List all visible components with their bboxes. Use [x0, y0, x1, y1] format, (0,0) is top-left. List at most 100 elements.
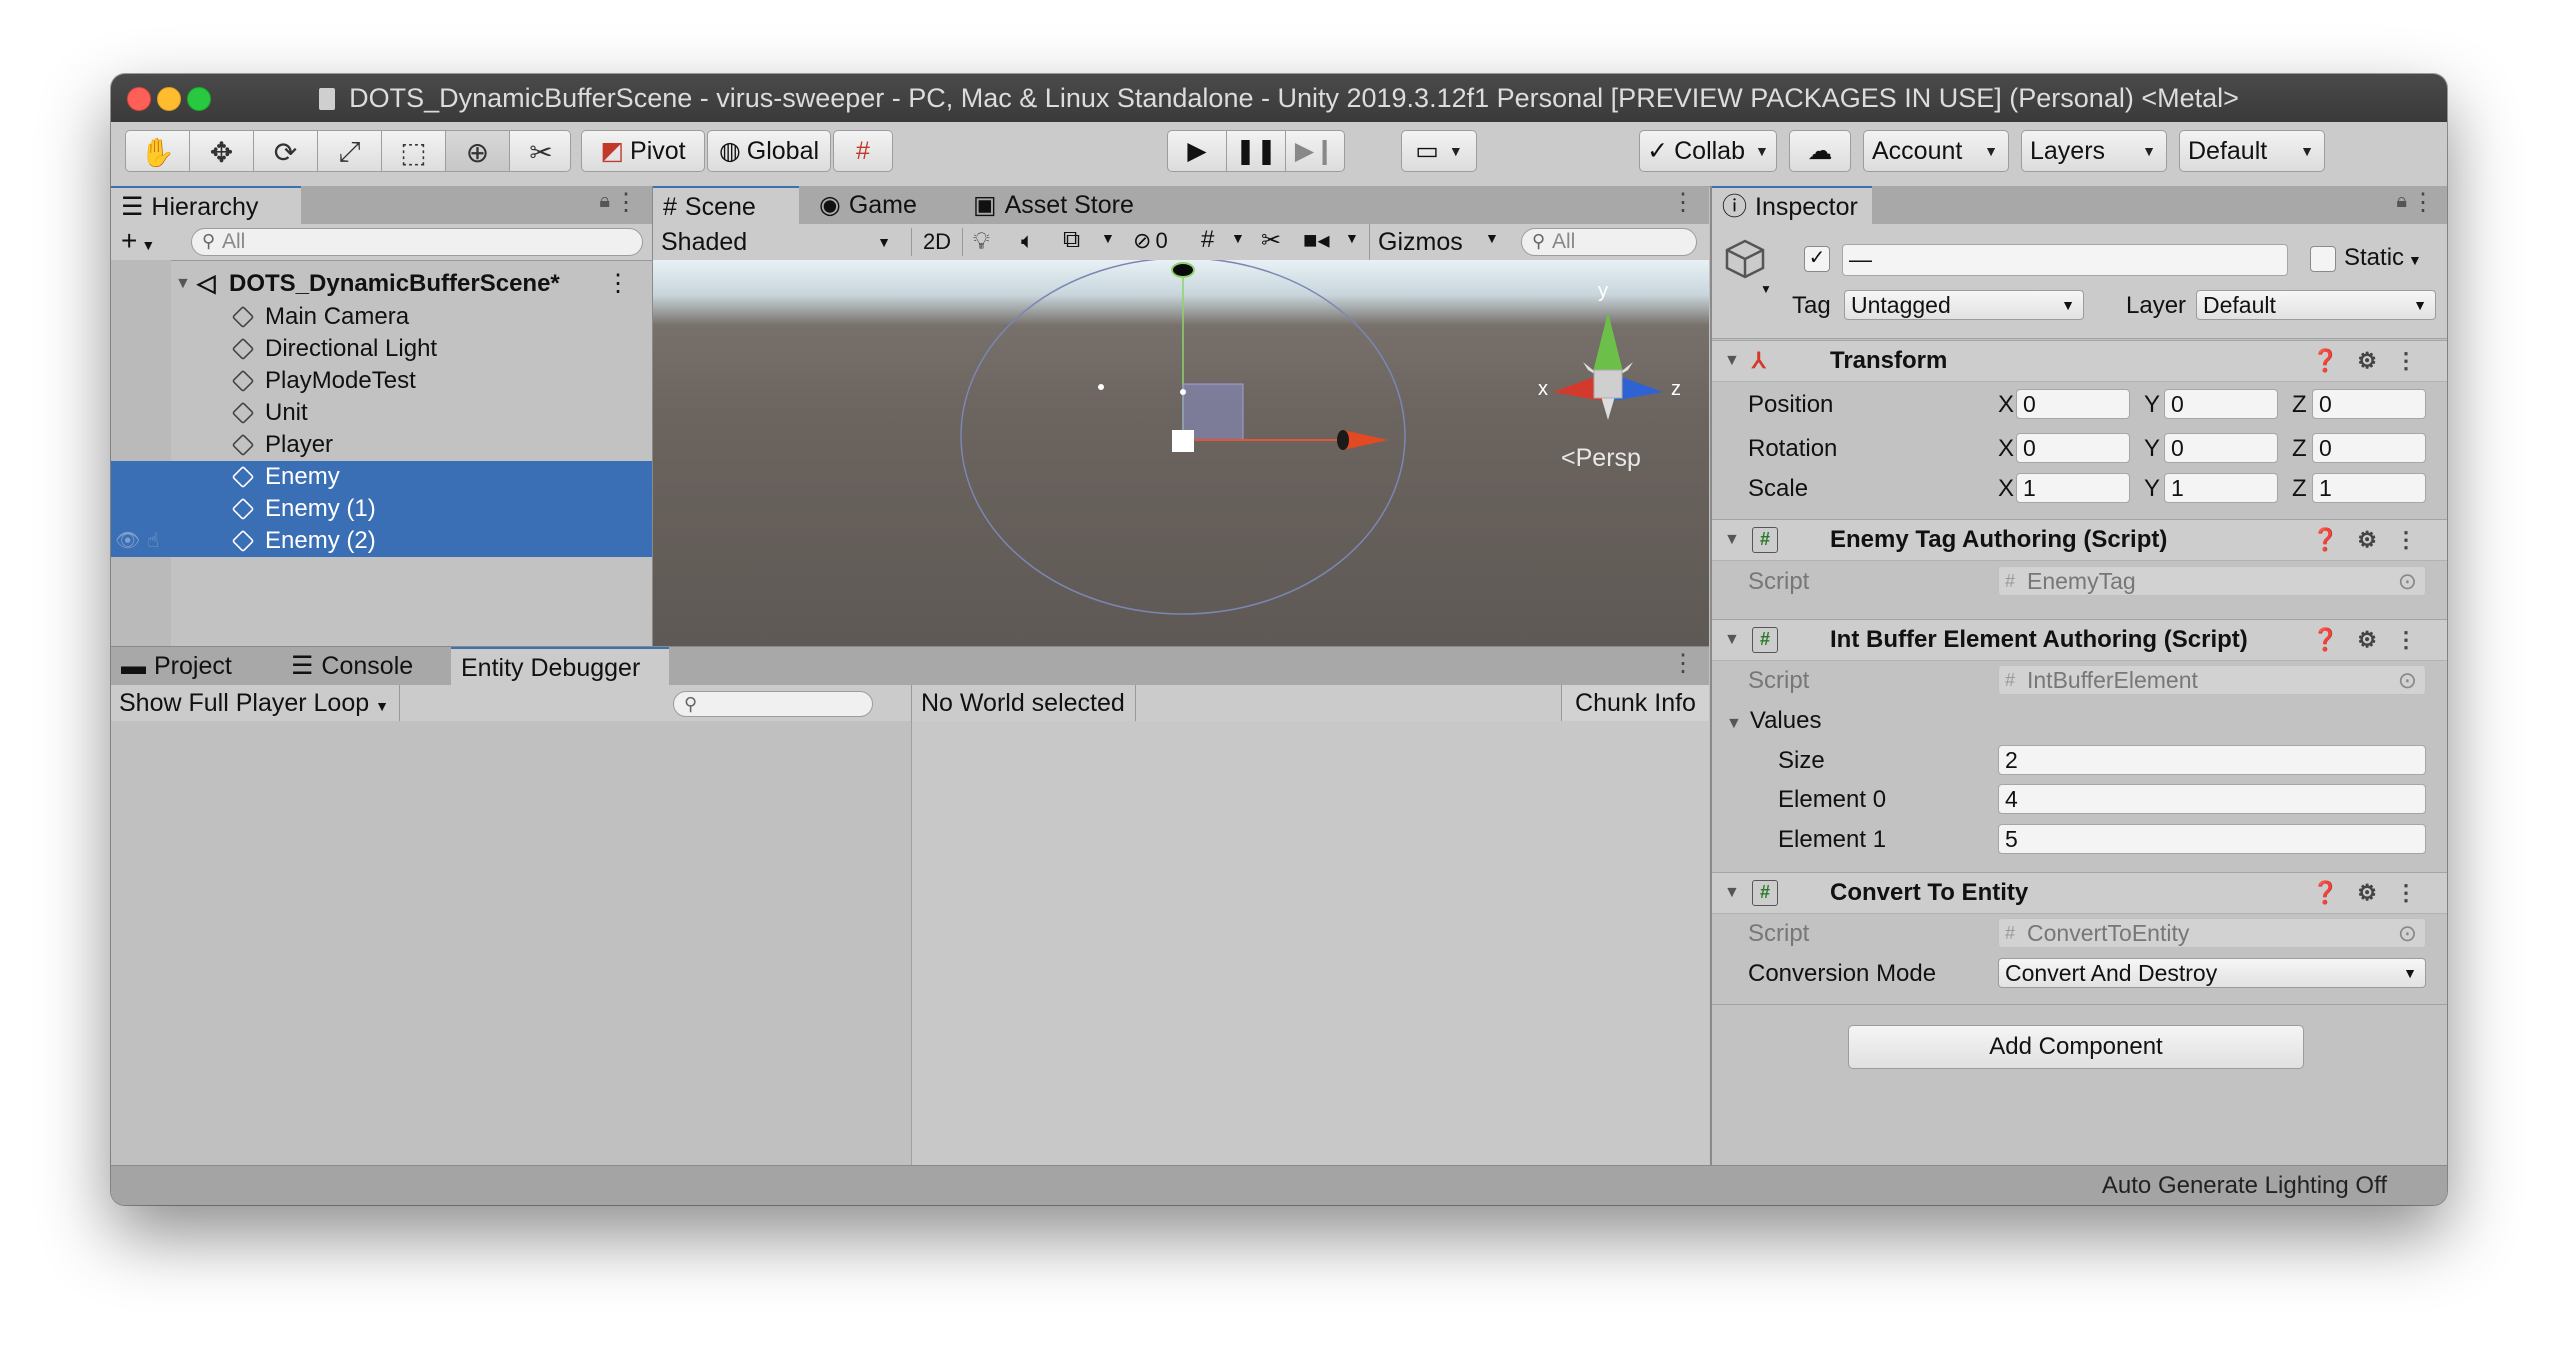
collapse-triangle-icon[interactable]: ▼ — [1724, 620, 1740, 660]
chevron-down-icon[interactable]: ▼ — [1760, 282, 1772, 296]
tab-hierarchy[interactable]: ☰ Hierarchy — [111, 186, 301, 224]
collapse-triangle-icon[interactable]: ▼ — [1724, 520, 1740, 560]
position-z-field[interactable]: 0 — [2312, 389, 2426, 419]
collab-dropdown[interactable]: ✓ Collab ▼ — [1639, 130, 1777, 172]
static-dropdown[interactable]: Static ▼ — [2344, 244, 2422, 272]
create-button[interactable]: + ▼ — [121, 225, 155, 257]
hierarchy-item-main-camera[interactable]: Main Camera — [111, 301, 652, 333]
int-buffer-script-field[interactable]: # IntBufferElement ⊙ — [1998, 665, 2426, 695]
x-axis-cone[interactable] — [1343, 430, 1388, 450]
component-header-icons[interactable]: ❓⚙⋮ — [2312, 341, 2435, 381]
enemy-tag-component-header[interactable]: ▼ # Enemy Tag Authoring (Script) ❓⚙⋮ — [1712, 519, 2447, 561]
tools-icon[interactable]: ✂ — [1261, 226, 1281, 255]
center-handle[interactable] — [1172, 430, 1194, 452]
cloud-button[interactable]: ☁ — [1789, 130, 1851, 172]
pause-button[interactable]: ❚❚ — [1226, 130, 1286, 172]
tab-console[interactable]: ☰ Console — [281, 647, 431, 685]
hierarchy-item-playmodetest[interactable]: PlayModeTest — [111, 365, 652, 397]
tab-project[interactable]: ▬ Project — [111, 647, 261, 685]
orientation-gizmo[interactable] — [1553, 312, 1663, 420]
system-search-input[interactable] — [673, 691, 873, 717]
effects-toggle-icon[interactable]: ⧉ — [1063, 226, 1080, 254]
chevron-down-icon[interactable]: ▼ — [1231, 230, 1245, 246]
hierarchy-item-directional-light[interactable]: Directional Light — [111, 333, 652, 365]
account-dropdown[interactable]: Account ▼ — [1863, 130, 2009, 172]
object-picker-icon[interactable]: ⊙ — [2398, 919, 2417, 947]
scene-search-input[interactable]: All — [1521, 228, 1697, 256]
panel-menu-icon[interactable]: ⋮ — [614, 188, 638, 217]
audio-toggle-icon[interactable]: 🔈︎ — [1021, 228, 1034, 254]
rotation-x-field[interactable]: 0 — [2016, 433, 2130, 463]
component-header-icons[interactable]: ❓⚙⋮ — [2312, 873, 2435, 913]
panel-menu-icon[interactable]: ⋮ — [1671, 649, 1695, 678]
gameobject-icon[interactable] — [1724, 238, 1766, 280]
hierarchy-item-enemy-1[interactable]: Enemy (1) — [111, 493, 652, 525]
scale-z-field[interactable]: 1 — [2312, 473, 2426, 503]
chevron-down-icon[interactable]: ▼ — [1485, 230, 1499, 246]
collapse-triangle-icon[interactable]: ▼ — [1724, 341, 1740, 381]
hierarchy-item-player[interactable]: Player — [111, 429, 652, 461]
lock-icon[interactable]: 🔒︎ — [599, 190, 610, 213]
position-y-field[interactable]: 0 — [2164, 389, 2278, 419]
hierarchy-search-input[interactable]: All — [191, 228, 643, 256]
rotation-z-field[interactable]: 0 — [2312, 433, 2426, 463]
convert-to-entity-component-header[interactable]: ▼ # Convert To Entity ❓⚙⋮ — [1712, 872, 2447, 914]
custom-tool-icon[interactable]: ✂ — [510, 131, 570, 171]
rotate-tool-icon[interactable]: ⟳ — [254, 131, 318, 171]
conversion-mode-dropdown[interactable]: Convert And Destroy ▼ — [1998, 958, 2426, 988]
hierarchy-item-enemy[interactable]: Enemy — [111, 461, 652, 493]
object-picker-icon[interactable]: ⊙ — [2398, 666, 2417, 694]
panel-menu-icon[interactable]: ⋮ — [2411, 188, 2435, 217]
object-picker-icon[interactable]: ⊙ — [2398, 567, 2417, 595]
position-x-field[interactable]: 0 — [2016, 389, 2130, 419]
component-header-icons[interactable]: ❓⚙⋮ — [2312, 520, 2435, 560]
grid-snap-button[interactable]: # — [833, 130, 893, 172]
move-tool-icon[interactable]: ✥ — [190, 131, 254, 171]
tab-game[interactable]: ◉ Game — [809, 186, 959, 224]
step-button[interactable]: ▶❙ — [1285, 130, 1345, 172]
player-loop-dropdown[interactable]: Show Full Player Loop ▼ — [119, 685, 389, 721]
layer-dropdown[interactable]: Default ▼ — [2196, 290, 2436, 320]
static-checkbox[interactable] — [2310, 246, 2336, 272]
active-checkbox[interactable]: ✓ — [1804, 246, 1830, 272]
chunk-info-button[interactable]: Chunk Info — [1561, 685, 1709, 721]
element1-field[interactable]: 5 — [1998, 824, 2426, 854]
lighting-toggle-icon[interactable]: 💡︎ — [973, 228, 990, 256]
rotation-y-field[interactable]: 0 — [2164, 433, 2278, 463]
int-buffer-component-header[interactable]: ▼ # Int Buffer Element Authoring (Script… — [1712, 619, 2447, 661]
chevron-down-icon[interactable]: ▼ — [1345, 230, 1359, 246]
tag-dropdown[interactable]: Untagged ▼ — [1844, 290, 2084, 320]
scene-row[interactable]: ▼ ◁ DOTS_DynamicBufferScene* ⋮ — [111, 268, 652, 300]
gizmos-dropdown[interactable]: Gizmos — [1369, 224, 1479, 260]
lock-icon[interactable]: 🔒︎ — [2396, 190, 2407, 213]
add-component-button[interactable]: Add Component — [1848, 1025, 2304, 1069]
convert-script-field[interactable]: # ConvertToEntity ⊙ — [1998, 918, 2426, 948]
size-field[interactable]: 2 — [1998, 745, 2426, 775]
shading-mode-dropdown[interactable]: Shaded ▼ — [661, 224, 901, 260]
hand-tool-icon[interactable]: ✋ — [126, 131, 190, 171]
scale-x-field[interactable]: 1 — [2016, 473, 2130, 503]
enemy-tag-script-field[interactable]: # EnemyTag ⊙ — [1998, 566, 2426, 596]
global-toggle[interactable]: ◍ Global — [707, 130, 831, 172]
visibility-eye-icon[interactable]: 👁︎ — [115, 525, 140, 557]
world-selector[interactable]: No World selected — [921, 685, 1125, 721]
pickable-hand-icon[interactable]: ☝︎ — [147, 525, 159, 557]
pivot-toggle[interactable]: ◩ Pivot — [581, 130, 705, 172]
tab-asset-store[interactable]: ▣ Asset Store — [963, 186, 1153, 224]
scale-tool-icon[interactable]: ⤢ — [318, 131, 382, 171]
object-name-field[interactable]: — — [1842, 244, 2288, 276]
transform-tool-icon[interactable]: ⊕ — [446, 131, 510, 171]
scale-y-field[interactable]: 1 — [2164, 473, 2278, 503]
y-axis-cone[interactable] — [1171, 262, 1195, 278]
tab-scene[interactable]: # Scene — [653, 186, 799, 224]
grid-toggle-icon[interactable]: # — [1201, 226, 1214, 254]
scene-menu-icon[interactable]: ⋮ — [606, 268, 630, 300]
2d-toggle[interactable]: 2D — [911, 228, 963, 256]
hierarchy-item-unit[interactable]: Unit — [111, 397, 652, 429]
layout-dropdown[interactable]: Default ▼ — [2179, 130, 2325, 172]
tab-inspector[interactable]: ⓘ Inspector — [1712, 186, 1872, 224]
component-header-icons[interactable]: ❓⚙⋮ — [2312, 620, 2435, 660]
camera-settings-icon[interactable]: ■◂ — [1303, 226, 1330, 255]
chevron-down-icon[interactable]: ▼ — [1101, 230, 1115, 246]
lighting-status[interactable]: Auto Generate Lighting Off — [2102, 1166, 2387, 1205]
